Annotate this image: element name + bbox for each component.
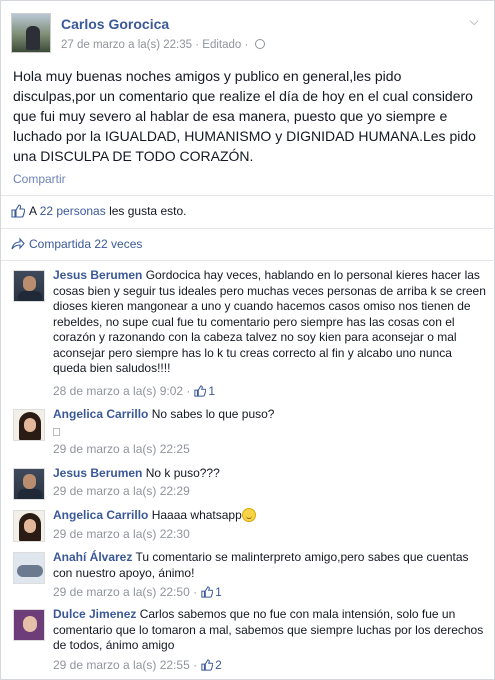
thumbs-up-icon	[11, 204, 25, 218]
likes-people-link[interactable]: 22 personas	[40, 204, 106, 218]
comment-meta: 29 de marzo a la(s) 22:25	[53, 442, 190, 456]
chevron-down-icon[interactable]: ⌵	[466, 13, 482, 29]
globe-icon[interactable]	[254, 39, 265, 49]
likes-summary: A 22 personas les gusta esto.	[11, 204, 186, 222]
post-timestamp[interactable]: 27 de marzo a la(s) 22:35	[61, 39, 192, 51]
comment-like-count[interactable]: 1	[208, 384, 215, 398]
commenter-avatar[interactable]	[13, 409, 45, 441]
comment-meta: 29 de marzo a la(s) 22:30	[53, 527, 190, 541]
author-avatar[interactable]	[11, 13, 51, 53]
comment-timestamp[interactable]: 28 de marzo a la(s) 9:02 ·	[53, 384, 190, 398]
comment-text: No k puso???	[145, 466, 220, 480]
divider	[1, 195, 495, 196]
comment-timestamp[interactable]: 29 de marzo a la(s) 22:29	[53, 484, 190, 498]
comment-body: Anahí Álvarez Tu comentario se malinterp…	[53, 550, 488, 581]
comment-timestamp[interactable]: 29 de marzo a la(s) 22:55 ·	[53, 658, 197, 672]
comment-timestamp[interactable]: 29 de marzo a la(s) 22:30	[53, 527, 190, 541]
commenter-name[interactable]: Angelica Carrillo	[53, 407, 148, 421]
comment-timestamp[interactable]: 29 de marzo a la(s) 22:50 ·	[53, 585, 197, 599]
commenter-name[interactable]: Anahí Álvarez	[53, 550, 132, 564]
post-header: Carlos Gorocica 27 de marzo a la(s) 22:3…	[11, 13, 486, 57]
comment-body: Jesus Berumen Gordocica hay veces, habla…	[53, 268, 488, 377]
comment-like-count[interactable]: 2	[215, 658, 222, 672]
commenter-name[interactable]: Jesus Berumen	[53, 466, 142, 480]
post-card: Carlos Gorocica 27 de marzo a la(s) 22:3…	[0, 0, 495, 680]
comment-timestamp[interactable]: 29 de marzo a la(s) 22:25	[53, 442, 190, 456]
shares-summary[interactable]: Compartida 22 veces	[11, 237, 142, 255]
comment-meta: 29 de marzo a la(s) 22:50 · 1	[53, 585, 222, 599]
commenter-avatar[interactable]	[13, 270, 45, 302]
commenter-avatar[interactable]	[13, 552, 45, 584]
post-meta: 27 de marzo a la(s) 22:35 · Editado ·	[61, 39, 265, 51]
likes-suffix: les gusta esto.	[109, 204, 187, 218]
comment-meta: 29 de marzo a la(s) 22:55 · 2	[53, 658, 222, 672]
likes-prefix: A	[29, 204, 37, 218]
commenter-name[interactable]: Jesus Berumen	[53, 268, 142, 282]
commenter-avatar[interactable]	[13, 609, 45, 641]
comment-like-count[interactable]: 1	[215, 585, 222, 599]
thumbs-up-icon[interactable]	[201, 659, 214, 671]
divider	[1, 260, 495, 261]
comment-meta: 29 de marzo a la(s) 22:29	[53, 484, 190, 498]
edited-label[interactable]: · Editado ·	[195, 39, 248, 51]
share-arrow-icon	[11, 237, 25, 250]
thumbs-up-icon[interactable]	[201, 586, 214, 598]
comment-body: Angelica Carrillo No sabes lo que puso?	[53, 407, 488, 423]
commenter-name[interactable]: Dulce Jimenez	[53, 607, 136, 621]
comment-meta: 28 de marzo a la(s) 9:02 · 1	[53, 384, 215, 398]
author-name[interactable]: Carlos Gorocica	[61, 16, 169, 32]
post-text: Hola muy buenas noches amigos y publico …	[13, 68, 476, 164]
comment-text: Haaaa whatsapp	[151, 508, 242, 522]
share-button[interactable]: Compartir	[13, 172, 66, 186]
commenter-avatar[interactable]	[13, 510, 45, 542]
comment-text: No sabes lo que puso?	[151, 407, 275, 421]
thumbs-up-icon[interactable]	[194, 385, 207, 397]
smiley-emoticon	[241, 508, 256, 522]
comment-body: Jesus Berumen No k puso???	[53, 466, 488, 482]
commenter-name[interactable]: Angelica Carrillo	[53, 508, 148, 522]
comment-body: Dulce Jimenez Carlos sabemos que no fue …	[53, 607, 488, 654]
shares-label[interactable]: Compartida 22 veces	[29, 237, 142, 251]
comment-text: Gordocica hay veces, hablando en lo pers…	[53, 268, 486, 375]
attachment-icon	[53, 425, 60, 439]
commenter-avatar[interactable]	[13, 468, 45, 500]
comment-body: Angelica Carrillo Haaaa whatsapp	[53, 508, 488, 524]
divider	[1, 228, 495, 229]
